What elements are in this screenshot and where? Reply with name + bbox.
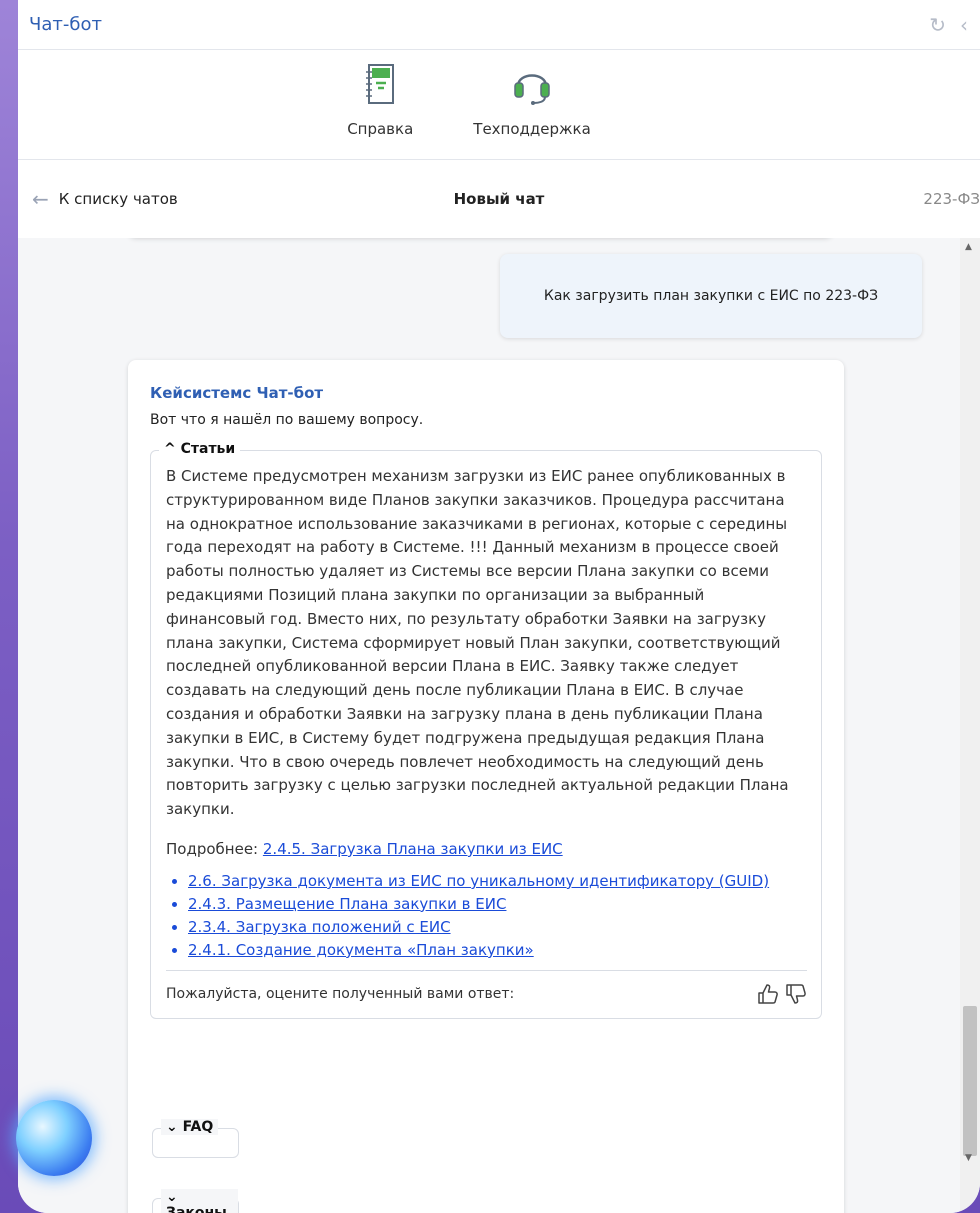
back-to-chats-button[interactable]: ← К списку чатов: [32, 187, 178, 211]
chat-title: Новый чат: [453, 190, 545, 208]
rating-buttons: [757, 983, 807, 1005]
chat-bot-window: Чат-бот ↻ ‹ Справка Техподдержка ← К спи…: [18, 0, 980, 1213]
scroll-up-icon[interactable]: ▲: [965, 242, 972, 252]
related-link-item: 2.6. Загрузка документа из ЕИС по уникал…: [188, 870, 807, 893]
related-links: 2.6. Загрузка документа из ЕИС по уникал…: [166, 870, 807, 962]
message-list: Как загрузить план закупки с ЕИС по 223-…: [18, 238, 960, 1213]
support-button[interactable]: Техподдержка: [473, 64, 591, 138]
related-link-item: 2.3.4. Загрузка положений с ЕИС: [188, 916, 807, 939]
assistant-orb-icon[interactable]: [16, 1100, 92, 1176]
bot-message: Кейсистемс Чат-бот Вот что я нашёл по ва…: [128, 360, 844, 1213]
related-link[interactable]: 2.3.4. Загрузка положений с ЕИС: [188, 918, 451, 936]
title-actions: ↻ ‹: [929, 13, 968, 37]
faq-section: ⌄ FAQ: [152, 1119, 239, 1158]
scroll-down-icon[interactable]: ▼: [965, 1153, 972, 1163]
related-link[interactable]: 2.6. Загрузка документа из ЕИС по уникал…: [188, 872, 769, 890]
bot-author: Кейсистемс Чат-бот: [150, 384, 324, 402]
app-title: Чат-бот: [29, 14, 102, 35]
rating-prompt: Пожалуйста, оцените полученный вами отве…: [166, 986, 515, 1003]
faq-toggle[interactable]: ⌄ FAQ: [161, 1119, 219, 1135]
scrollbar[interactable]: ▲ ▼: [960, 238, 980, 1213]
article-text: В Системе предусмотрен механизм загрузки…: [166, 467, 789, 819]
back-label: К списку чатов: [58, 190, 178, 208]
help-label: Справка: [347, 120, 414, 138]
toolbar: Справка Техподдержка: [18, 50, 980, 160]
bot-intro: Вот что я нашёл по вашему вопросу.: [150, 412, 424, 428]
help-button[interactable]: Справка: [347, 64, 413, 138]
articles-section: ^ Статьи В Системе предусмотрен механизм…: [150, 441, 822, 1019]
articles-toggle[interactable]: ^ Статьи: [159, 441, 241, 457]
title-bar: Чат-бот ↻ ‹: [18, 0, 980, 50]
refresh-icon[interactable]: ↻: [929, 13, 946, 37]
scrollbar-thumb[interactable]: [963, 1006, 977, 1156]
thumbs-up-icon[interactable]: [757, 983, 779, 1005]
rating-row: Пожалуйста, оцените полученный вами отве…: [166, 969, 807, 1018]
help-document-icon: [366, 64, 395, 104]
chat-header: ← К списку чатов Новый чат 223-ФЗ: [18, 160, 980, 238]
related-link[interactable]: 2.4.1. Создание документа «План закупки»: [188, 941, 534, 959]
support-label: Техподдержка: [473, 120, 591, 138]
related-link[interactable]: 2.4.3. Размещение Плана закупки в ЕИС: [188, 895, 506, 913]
law-badge: 223-ФЗ: [923, 190, 980, 208]
more-label: Подробнее:: [166, 839, 259, 858]
collapse-icon[interactable]: ‹: [960, 13, 968, 37]
related-link-item: 2.4.1. Создание документа «План закупки»: [188, 939, 807, 962]
related-link-item: 2.4.3. Размещение Плана закупки в ЕИС: [188, 893, 807, 916]
thumbs-down-icon[interactable]: [785, 983, 807, 1005]
more-link[interactable]: 2.4.5. Загрузка Плана закупки из ЕИС: [263, 840, 563, 858]
headset-icon: [514, 74, 550, 105]
arrow-left-icon: ←: [32, 187, 49, 211]
laws-toggle[interactable]: ⌄ Законы: [161, 1189, 238, 1213]
user-message: Как загрузить план закупки с ЕИС по 223-…: [500, 254, 922, 338]
more-line: Подробнее: 2.4.5. Загрузка Плана закупки…: [166, 840, 807, 858]
laws-section: ⌄ Законы: [152, 1189, 239, 1213]
